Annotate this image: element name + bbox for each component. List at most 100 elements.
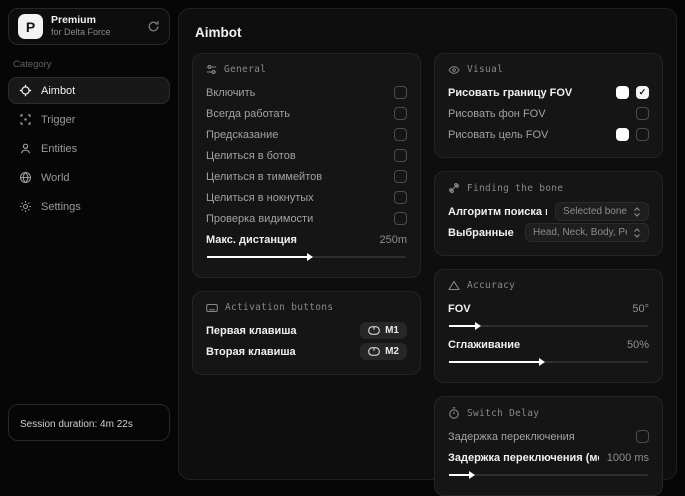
setting-label: Включить: [206, 86, 256, 99]
aim-bots-checkbox[interactable]: [394, 149, 407, 162]
max-distance-slider[interactable]: [207, 252, 406, 261]
setting-row-aim-teammates: Целиться в тиммейтов: [206, 166, 407, 187]
right-column: Visual Рисовать границу FOV Рисовать фон…: [434, 53, 663, 496]
setting-row-aim-bots: Целиться в ботов: [206, 145, 407, 166]
fov-target-color-swatch[interactable]: [616, 128, 629, 141]
select-value: Selected bone: [563, 206, 627, 217]
fov-label: FOV: [448, 302, 471, 315]
bone-algorithm-select[interactable]: Selected bone: [555, 202, 649, 221]
fov-value: 50°: [632, 302, 649, 315]
switch-delay-card-header: Switch Delay: [448, 407, 649, 419]
switch-delay-ms-label: Задержка переключения (мс): [448, 451, 599, 464]
switch-delay-ms-value: 1000 ms: [606, 451, 649, 464]
fov-slider[interactable]: [449, 321, 648, 330]
sidebar-item-label: Entities: [41, 142, 78, 155]
gear-icon: [19, 200, 32, 213]
card-header-label: Accuracy: [467, 280, 516, 291]
accuracy-card-header: Accuracy: [448, 280, 649, 291]
card-header-label: Activation buttons: [225, 302, 334, 313]
switch-delay-slider[interactable]: [449, 470, 648, 479]
setting-row-visibility-check: Проверка видимости: [206, 208, 407, 229]
setting-row-prediction: Предсказание: [206, 124, 407, 145]
crosshair-icon: [19, 84, 32, 97]
card-header-label: Finding the bone: [467, 182, 564, 194]
max-distance-row: Макс. дистанция 250m: [206, 229, 407, 250]
general-card: General Включить Всегда работать Предска…: [192, 53, 421, 278]
activation-card-header: Activation buttons: [206, 302, 407, 313]
sidebar-item-entities[interactable]: Entities: [8, 135, 170, 162]
selected-bones-select[interactable]: Head, Neck, Body, Pe...: [525, 223, 649, 242]
max-distance-value: 250m: [379, 233, 407, 246]
sidebar: P Premium for Delta Force Category Aimbo…: [8, 8, 170, 441]
smoothing-row: Сглаживание 50%: [448, 334, 649, 355]
draw-fov-background-checkbox[interactable]: [636, 107, 649, 120]
first-key-button[interactable]: M1: [360, 322, 407, 339]
bone-algorithm-label: Алгоритм поиска кост: [448, 205, 547, 218]
session-duration: Session duration: 4m 22s: [8, 404, 170, 441]
eye-icon: [448, 65, 460, 75]
session-duration-text: Session duration: 4m 22s: [20, 419, 133, 430]
setting-label: Целиться в нокнутых: [206, 191, 314, 204]
sliders-icon: [206, 64, 217, 75]
setting-label: Всегда работать: [206, 107, 291, 120]
always-work-checkbox[interactable]: [394, 107, 407, 120]
sidebar-item-label: Settings: [41, 200, 81, 213]
first-key-row: Первая клавиша M1: [206, 320, 407, 341]
draw-fov-border-checkbox[interactable]: [636, 86, 649, 99]
switch-delay-checkbox[interactable]: [636, 430, 649, 443]
setting-label: Рисовать цель FOV: [448, 128, 549, 141]
slider-fill: [449, 470, 475, 479]
stopwatch-icon: [448, 407, 460, 419]
main-panel: Aimbot General Включить Всегда работать …: [178, 8, 677, 496]
sidebar-item-world[interactable]: World: [8, 164, 170, 191]
switch-delay-ms-row: Задержка переключения (мс) 1000 ms: [448, 447, 649, 468]
sidebar-item-trigger[interactable]: Trigger: [8, 106, 170, 133]
card-header-label: Switch Delay: [467, 407, 540, 419]
unfold-icon: [633, 206, 641, 217]
setting-label: Целиться в ботов: [206, 149, 296, 162]
enable-checkbox[interactable]: [394, 86, 407, 99]
brand-subtitle: for Delta Force: [51, 27, 111, 38]
fov-row: FOV 50°: [448, 298, 649, 319]
key-value: M2: [385, 346, 399, 357]
second-key-button[interactable]: M2: [360, 343, 407, 360]
general-card-header: General: [206, 64, 407, 75]
mouse-icon: [368, 326, 380, 335]
smoothing-slider[interactable]: [449, 357, 648, 366]
mouse-icon: [368, 347, 380, 356]
max-distance-label: Макс. дистанция: [206, 233, 297, 246]
setting-label: Рисовать фон FOV: [448, 107, 546, 120]
setting-row-enable: Включить: [206, 82, 407, 103]
setting-row-aim-knocked: Целиться в нокнутых: [206, 187, 407, 208]
setting-label: Рисовать границу FOV: [448, 86, 573, 99]
person-icon: [19, 142, 32, 155]
second-key-row: Вторая клавиша M2: [206, 341, 407, 362]
aim-knocked-checkbox[interactable]: [394, 191, 407, 204]
sidebar-item-settings[interactable]: Settings: [8, 193, 170, 220]
sidebar-item-label: Trigger: [41, 113, 76, 126]
brand-title: Premium: [51, 14, 96, 27]
slider-fill: [207, 252, 312, 261]
card-header-label: General: [224, 64, 267, 75]
aim-teammates-checkbox[interactable]: [394, 170, 407, 183]
sidebar-item-label: Aimbot: [41, 84, 76, 97]
slider-fill: [449, 357, 545, 366]
category-label: Category: [13, 59, 52, 70]
visual-card-header: Visual: [448, 64, 649, 75]
finding-bone-card: Finding the bone Алгоритм поиска кост Se…: [434, 171, 663, 256]
fov-border-color-swatch[interactable]: [616, 86, 629, 99]
refresh-icon[interactable]: [147, 20, 160, 33]
sidebar-item-aimbot[interactable]: Aimbot: [8, 77, 170, 104]
draw-fov-target-checkbox[interactable]: [636, 128, 649, 141]
draw-fov-border-row: Рисовать границу FOV: [448, 82, 649, 103]
activation-buttons-card: Activation buttons Первая клавиша M1 Вто…: [192, 291, 421, 375]
visibility-check-checkbox[interactable]: [394, 212, 407, 225]
switch-delay-toggle-label: Задержка переключения: [448, 430, 575, 443]
visual-card: Visual Рисовать границу FOV Рисовать фон…: [434, 53, 663, 158]
setting-label: Проверка видимости: [206, 212, 314, 225]
second-key-label: Вторая клавиша: [206, 345, 296, 358]
prediction-checkbox[interactable]: [394, 128, 407, 141]
app-window: P Premium for Delta Force Category Aimbo…: [0, 0, 685, 496]
draw-fov-background-row: Рисовать фон FOV: [448, 103, 649, 124]
select-value: Head, Neck, Body, Pe...: [533, 227, 627, 238]
